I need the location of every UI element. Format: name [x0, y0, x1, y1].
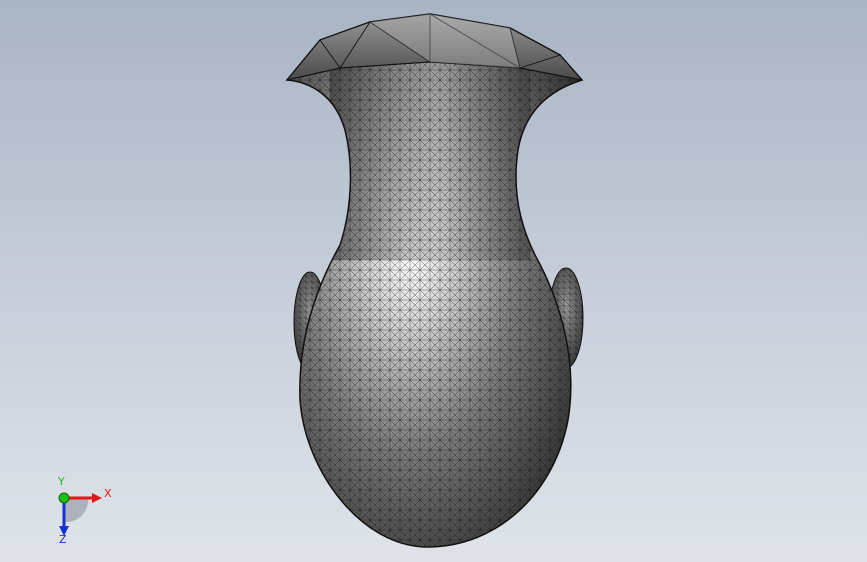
x-axis-label: X: [104, 487, 112, 500]
graphics-viewport[interactable]: X Y Z: [0, 0, 867, 562]
vase-mesh-model[interactable]: [0, 0, 867, 562]
z-axis-label: Z: [59, 533, 67, 546]
vase-body: [287, 14, 582, 548]
y-axis-label: Y: [58, 475, 65, 488]
y-axis-origin: [58, 492, 70, 504]
coordinate-triad: X Y Z: [48, 476, 118, 548]
